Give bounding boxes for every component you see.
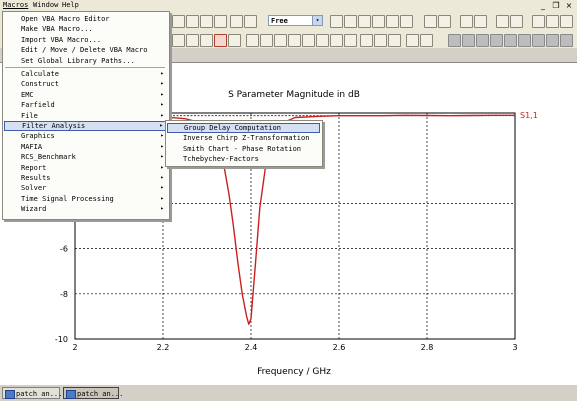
- chevron-right-icon: ▸: [160, 184, 164, 192]
- chevron-right-icon: ▸: [160, 194, 164, 202]
- menu-item-farfield[interactable]: Farfield ▸: [4, 100, 167, 110]
- menu-item-label: File: [21, 111, 38, 120]
- menu-item-construct[interactable]: Construct ▸: [4, 79, 167, 89]
- x-tick-label: 2.6: [333, 343, 346, 352]
- chevron-right-icon: ▸: [160, 153, 164, 161]
- menu-item-label: Edit / Move / Delete VBA Macro: [21, 46, 148, 55]
- menu-item-wizard[interactable]: Wizard ▸: [4, 204, 167, 214]
- menu-item-filter-analysis[interactable]: Filter Analysis ▸: [4, 121, 167, 131]
- menu-item-make-vba-macro[interactable]: Make VBA Macro...: [4, 24, 167, 34]
- menu-item-open-vba-macro-editor[interactable]: Open VBA Macro Editor: [4, 14, 167, 24]
- menu-item-edit-move-delete-vba-macro[interactable]: Edit / Move / Delete VBA Macro: [4, 45, 167, 55]
- menu-item-report[interactable]: Report ▸: [4, 163, 167, 173]
- filter-analysis-submenu: Group Delay Computation Inverse Chirp Z-T…: [165, 120, 323, 167]
- submenu-item-inverse-chirp-z-transformation[interactable]: Inverse Chirp Z-Transformation: [167, 133, 320, 143]
- submenu-item-label: Smith Chart - Phase Rotation: [183, 144, 302, 153]
- chevron-right-icon: ▸: [160, 142, 164, 150]
- menu-item-label: Farfield: [21, 101, 55, 110]
- chevron-right-icon: ▸: [159, 122, 163, 129]
- chevron-right-icon: ▸: [160, 80, 164, 88]
- menu-item-time-signal-processing[interactable]: Time Signal Processing ▸: [4, 194, 167, 204]
- window-icon: [5, 390, 15, 399]
- submenu-item-smith-chart-phase-rotation[interactable]: Smith Chart - Phase Rotation: [167, 144, 320, 154]
- chevron-right-icon: ▸: [160, 101, 164, 109]
- macros-menu: Open VBA Macro Editor Make VBA Macro... Im…: [2, 11, 170, 220]
- taskbar-item-label: patch an...: [77, 390, 124, 398]
- menu-item-label: EMC: [21, 90, 34, 99]
- chevron-right-icon: ▸: [160, 132, 164, 140]
- chevron-right-icon: ▸: [160, 70, 164, 77]
- menu-item-label: Wizard: [21, 205, 47, 214]
- menu-item-graphics[interactable]: Graphics ▸: [4, 131, 167, 141]
- menu-item-label: Time Signal Processing: [21, 194, 114, 203]
- menu-item-label: Construct: [21, 80, 59, 89]
- taskbar-item-active[interactable]: patch an...: [63, 387, 123, 399]
- chevron-right-icon: ▸: [160, 111, 164, 119]
- menu-item-label: RCS_Benchmark: [21, 153, 76, 162]
- menu-item-solver[interactable]: Solver ▸: [4, 183, 167, 193]
- submenu-item-tchebychev-factors[interactable]: Tchebychev-Factors: [167, 154, 320, 164]
- menu-item-label: Solver: [21, 184, 47, 193]
- y-tick-label: -8: [60, 290, 68, 299]
- menu-item-rcs-benchmark[interactable]: RCS_Benchmark ▸: [4, 152, 167, 162]
- menu-item-label: Set Global Library Paths...: [21, 56, 135, 65]
- menu-item-label: Calculate: [21, 70, 59, 78]
- menu-item-label: Results: [21, 174, 51, 182]
- menu-separator: [5, 67, 165, 68]
- x-tick-label: 2.4: [245, 343, 258, 352]
- x-tick-label: 2.2: [157, 343, 170, 352]
- menu-item-emc[interactable]: EMC ▸: [4, 90, 167, 100]
- chevron-right-icon: ▸: [160, 174, 164, 181]
- chevron-right-icon: ▸: [160, 163, 164, 171]
- y-tick-label: -6: [60, 245, 68, 254]
- taskbar: patch an... patch an...: [0, 384, 577, 401]
- menu-item-file[interactable]: File ▸: [4, 111, 167, 121]
- y-tick-label: -10: [55, 335, 68, 344]
- submenu-item-label: Inverse Chirp Z-Transformation: [183, 134, 310, 143]
- taskbar-item[interactable]: patch an...: [2, 387, 63, 399]
- menu-item-label: Filter Analysis: [22, 122, 86, 130]
- menu-item-import-vba-macro[interactable]: Import VBA Macro...: [4, 35, 167, 45]
- menu-item-label: Make VBA Macro...: [21, 25, 93, 34]
- chevron-right-icon: ▸: [160, 90, 164, 98]
- x-tick-label: 2.8: [421, 343, 434, 352]
- menu-item-set-global-library-paths[interactable]: Set Global Library Paths...: [4, 56, 167, 66]
- submenu-item-label: Tchebychev-Factors: [183, 154, 259, 163]
- chevron-right-icon: ▸: [160, 205, 164, 213]
- menu-item-label: Open VBA Macro Editor: [21, 15, 110, 23]
- menu-item-label: MAFIA: [21, 142, 43, 151]
- chart-title: S Parameter Magnitude in dB: [228, 90, 360, 100]
- menu-item-results[interactable]: Results ▸: [4, 173, 167, 183]
- taskbar-item-label: patch an...: [16, 390, 63, 398]
- submenu-item-group-delay-computation[interactable]: Group Delay Computation: [167, 123, 320, 133]
- menu-item-calculate[interactable]: Calculate ▸: [4, 69, 167, 79]
- window-icon: [66, 390, 76, 399]
- menu-item-label: Import VBA Macro...: [21, 35, 102, 44]
- x-tick-label: 2: [72, 343, 77, 352]
- legend-label: S1,1: [520, 111, 538, 120]
- menu-item-mafia[interactable]: MAFIA ▸: [4, 142, 167, 152]
- menu-item-label: Graphics: [21, 132, 55, 141]
- menu-item-label: Report: [21, 163, 47, 172]
- submenu-item-label: Group Delay Computation: [184, 124, 281, 132]
- chart-xlabel: Frequency / GHz: [257, 367, 331, 377]
- x-tick-label: 3: [512, 343, 517, 352]
